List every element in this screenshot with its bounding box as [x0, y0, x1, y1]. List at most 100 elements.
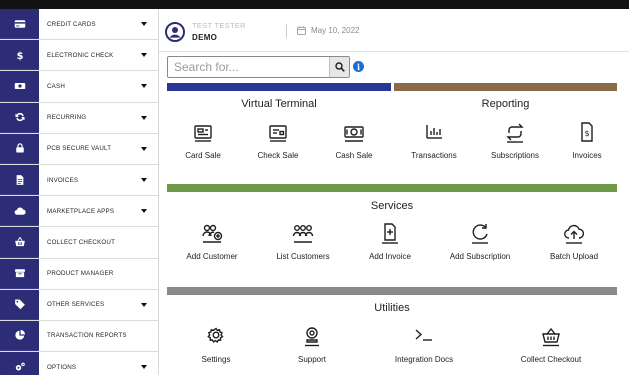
sidebar-item-invoices[interactable]: INVOICES [0, 164, 158, 197]
search-icon [334, 62, 345, 72]
dollar-icon: $ [0, 40, 39, 71]
panel-reporting: Reporting Transactions Subscriptions $ I… [394, 83, 617, 175]
tile-cash-sale[interactable]: Cash Sale [314, 121, 394, 160]
sidebar-item-electronic-check[interactable]: $ ELECTRONIC CHECK [0, 40, 158, 72]
terminal-icon [415, 329, 432, 341]
gears-icon [0, 352, 39, 375]
check-sale-icon [269, 125, 287, 142]
user-full-name: TEST TESTER [192, 21, 246, 30]
sidebar-item-label: PCB SECURE VAULT [47, 145, 112, 153]
tile-list-customers[interactable]: List Customers [263, 222, 343, 261]
search-button[interactable] [329, 57, 349, 77]
tile-label: Add Customer [186, 252, 238, 261]
chevron-down-icon[interactable] [141, 53, 147, 58]
tile-collect-checkout[interactable]: Collect Checkout [511, 325, 591, 364]
tile-label: Collect Checkout [520, 355, 582, 364]
sidebar-item-label: CREDIT CARDS [47, 20, 96, 28]
invoice-dollar-icon: $ [581, 122, 593, 142]
tile-transactions[interactable]: Transactions [394, 121, 474, 160]
chevron-down-icon[interactable] [141, 22, 147, 27]
credit-card-icon [0, 9, 39, 40]
cash-icon [0, 71, 39, 102]
sidebar-item-credit-cards[interactable]: CREDIT CARDS [0, 9, 158, 41]
tile-subscriptions[interactable]: Subscriptions [475, 121, 555, 160]
chevron-down-icon[interactable] [141, 178, 147, 183]
panel-color-bar [167, 83, 391, 91]
chevron-down-icon[interactable] [141, 365, 147, 370]
tile-label: Add Invoice [369, 252, 411, 261]
tile-label: Cash Sale [335, 151, 373, 160]
tile-add-invoice[interactable]: Add Invoice [350, 222, 430, 261]
sidebar-item-label: ELECTRONIC CHECK [47, 51, 114, 59]
tile-add-customer[interactable]: Add Customer [172, 222, 252, 261]
sidebar-item-cash[interactable]: CASH [0, 71, 158, 103]
checkout-basket-icon [542, 327, 560, 347]
header-divider [286, 24, 287, 38]
top-strip [0, 0, 629, 9]
tile-invoices[interactable]: $ Invoices [547, 121, 627, 160]
chevron-down-icon[interactable] [141, 115, 147, 120]
svg-text:$: $ [584, 129, 589, 138]
tile-settings[interactable]: Settings [176, 325, 256, 364]
chevron-down-icon[interactable] [141, 209, 147, 214]
panel-color-bar [167, 287, 617, 295]
sidebar-item-other-services[interactable]: OTHER SERVICES [0, 289, 158, 321]
panel-color-bar [167, 184, 617, 192]
chevron-down-icon[interactable] [141, 146, 147, 151]
current-date: May 10, 2022 [311, 26, 360, 35]
user-avatar-icon[interactable] [165, 22, 185, 42]
tile-batch-upload[interactable]: Batch Upload [534, 222, 614, 261]
sidebar-item-collect-checkout[interactable]: COLLECT CHECKOUT [0, 227, 158, 259]
search-input[interactable] [168, 57, 329, 77]
sidebar: CREDIT CARDS $ ELECTRONIC CHECK CASH REC… [0, 9, 159, 375]
tile-check-sale[interactable]: Check Sale [238, 121, 318, 160]
tile-label: Add Subscription [449, 252, 511, 261]
search-box [167, 56, 350, 78]
gear-icon [207, 327, 224, 344]
sidebar-item-label: CASH [47, 82, 65, 90]
panel-virtual-terminal: Virtual Terminal Card Sale Check Sale Ca… [167, 83, 391, 175]
support-icon [305, 327, 319, 347]
sidebar-item-transaction-reports[interactable]: TRANSACTION REPORTS [0, 320, 158, 353]
add-customer-icon [202, 224, 223, 243]
tile-label: Card Sale [185, 151, 221, 160]
account-name: DEMO [192, 33, 218, 42]
cloud-icon [0, 196, 39, 227]
sidebar-item-label: TRANSACTION REPORTS [47, 332, 127, 340]
invoice-icon [0, 164, 39, 196]
sidebar-item-recurring[interactable]: RECURRING [0, 102, 158, 134]
tile-label: Transactions [411, 151, 457, 160]
box-icon [0, 258, 39, 289]
panel-title: Virtual Terminal [241, 98, 317, 110]
tile-label: Batch Upload [549, 252, 599, 261]
list-customers-icon [292, 225, 314, 243]
sidebar-item-pcb-secure-vault[interactable]: PCB SECURE VAULT [0, 133, 158, 165]
tile-support[interactable]: Support [272, 325, 352, 364]
chevron-down-icon[interactable] [141, 302, 147, 307]
sidebar-item-product-manager[interactable]: PRODUCT MANAGER [0, 258, 158, 290]
panel-title: Utilities [374, 302, 410, 314]
tags-icon [0, 289, 39, 320]
sidebar-item-label: INVOICES [47, 176, 79, 184]
chevron-down-icon[interactable] [141, 84, 147, 89]
sidebar-item-marketplace-apps[interactable]: MARKETPLACE APPS [0, 196, 158, 228]
sidebar-item-options[interactable]: OPTIONS [0, 352, 158, 375]
tile-label: Support [297, 355, 327, 364]
tile-label: Invoices [572, 151, 602, 160]
basket-icon [0, 227, 39, 258]
panel-color-bar [394, 83, 617, 91]
tile-label: Subscriptions [490, 151, 540, 160]
panel-utilities: Utilities Settings Support Integration D… [167, 287, 617, 375]
lock-icon [0, 133, 39, 164]
tile-label: Check Sale [257, 151, 299, 160]
top-header: TEST TESTER DEMO May 10, 2022 [159, 9, 629, 52]
tile-card-sale[interactable]: Card Sale [163, 121, 243, 160]
card-sale-icon [194, 125, 212, 142]
tile-integration-docs[interactable]: Integration Docs [384, 325, 464, 364]
recurring-icon [0, 102, 39, 133]
tile-label: Settings [201, 355, 231, 364]
tile-add-subscription[interactable]: Add Subscription [440, 222, 520, 261]
add-subscription-icon [472, 224, 488, 244]
sidebar-item-label: OTHER SERVICES [47, 301, 105, 309]
info-icon[interactable]: i [353, 61, 364, 72]
